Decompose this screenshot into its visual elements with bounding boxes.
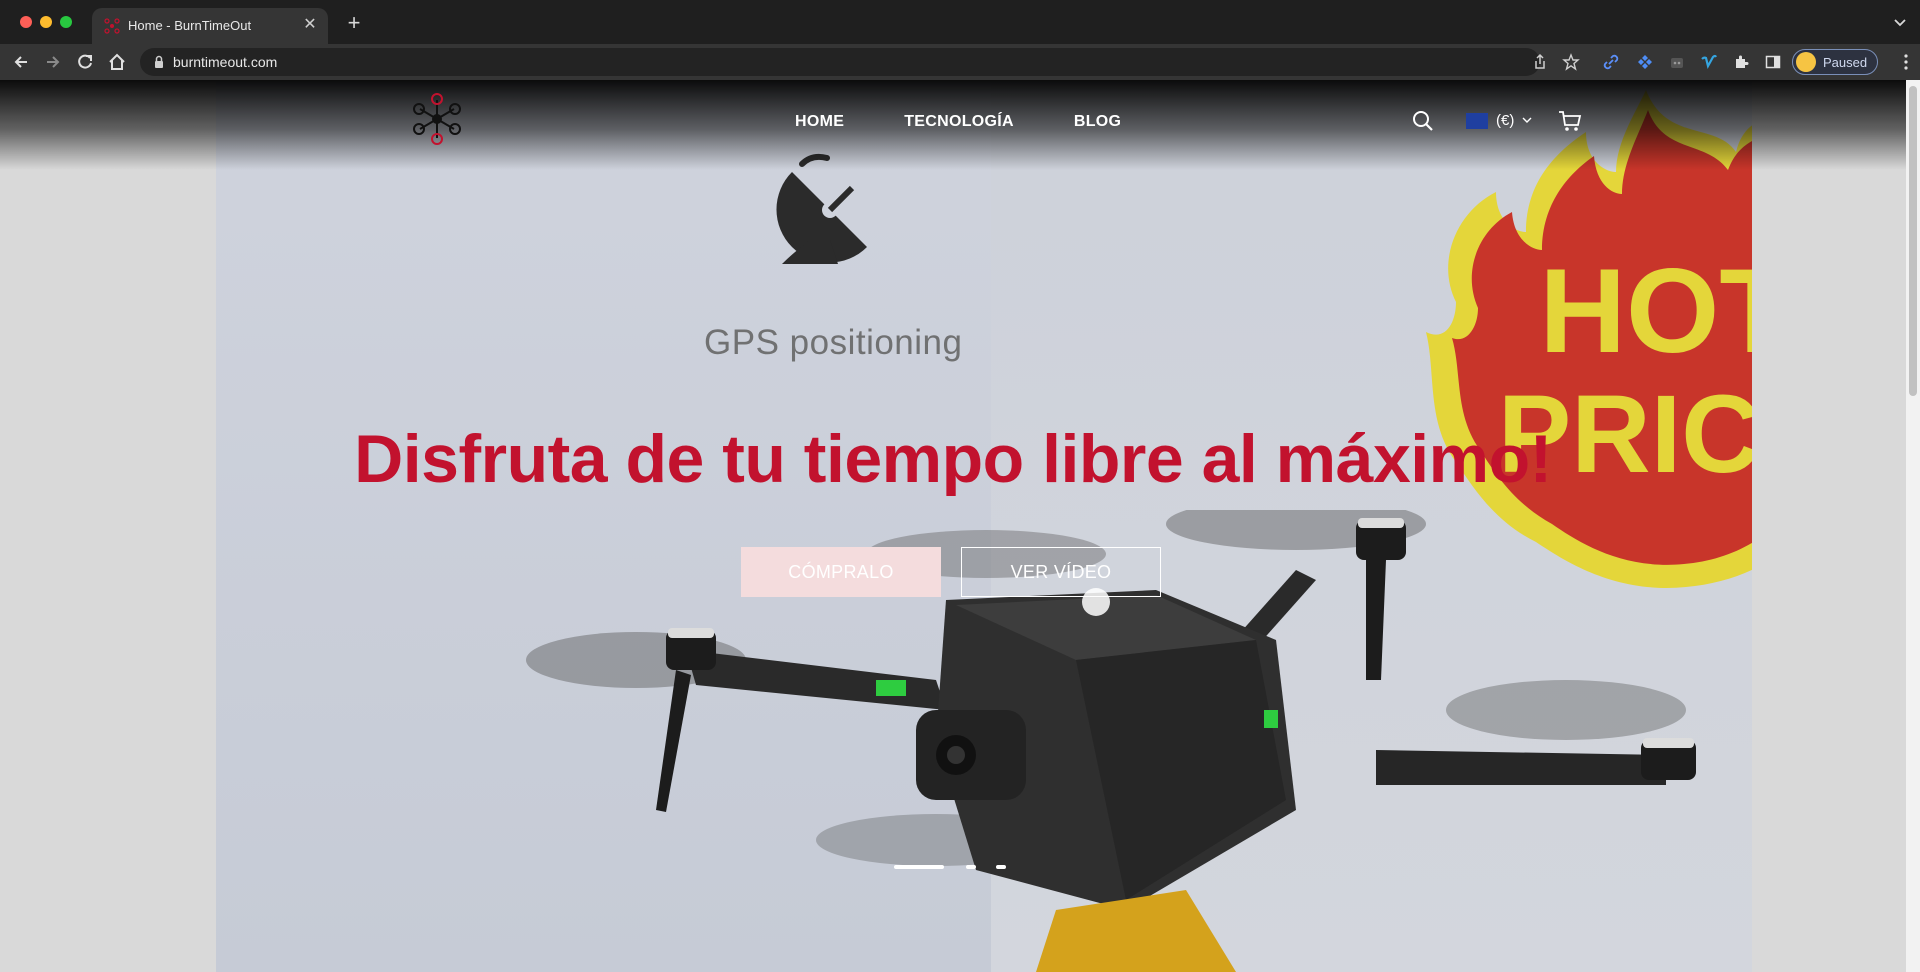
drone-logo-icon[interactable] [410,92,464,146]
nav-link-blog[interactable]: BLOG [1074,113,1121,131]
badge-hot-text: HOT [1539,244,1752,378]
slide-dot[interactable] [996,865,1006,869]
scrollbar-thumb[interactable] [1909,86,1917,396]
eu-flag-icon [1466,113,1488,129]
robot-extension-icon[interactable] [1668,53,1686,71]
window-minimize-button[interactable] [40,16,52,28]
buy-now-button[interactable]: CÓMPRALO [741,547,941,597]
window-zoom-button[interactable] [60,16,72,28]
slide-dot-active[interactable] [894,865,944,869]
satellite-dish-icon [776,153,867,264]
gps-caption-text: GPS positioning [704,323,963,362]
link-extension-icon[interactable] [1602,53,1620,71]
slider-pagination [894,865,1014,871]
currency-label: (€) [1496,112,1515,129]
profile-button[interactable]: Paused [1792,49,1878,75]
sidebar-icon[interactable] [1764,53,1782,71]
page-scrollbar[interactable] [1906,80,1920,972]
avatar [1796,52,1816,72]
forward-arrow-icon[interactable] [42,51,64,73]
hero-slider: GPS positioning HOT PRICE [216,80,1752,972]
slide-dot[interactable] [966,865,976,869]
browser-toolbar: burntimeout.com Paused [0,44,1920,80]
nav-link-home[interactable]: HOME [795,113,844,131]
more-menu-icon[interactable] [1904,53,1908,71]
search-icon[interactable] [1412,110,1434,132]
site-header: HOME TECNOLOGÍA BLOG (€) [0,80,1906,170]
window-close-button[interactable] [20,16,32,28]
address-bar[interactable]: burntimeout.com [140,48,1580,76]
watch-video-button[interactable]: VER VÍDEO [961,547,1161,597]
browser-tab-active[interactable]: Home - BurnTimeOut ✕ [92,8,328,44]
home-icon[interactable] [106,51,128,73]
cart-icon[interactable] [1558,110,1582,132]
tab-close-icon[interactable]: ✕ [300,15,320,35]
page-viewport: GPS positioning HOT PRICE HOME TECNOLOGÍ… [0,80,1906,972]
profile-status-label: Paused [1823,55,1868,70]
bookmark-star-icon[interactable] [1562,53,1580,71]
vimeo-icon[interactable] [1700,53,1718,71]
currency-selector[interactable]: (€) [1466,112,1536,132]
url-text[interactable]: burntimeout.com [173,54,277,70]
chevron-down-icon[interactable] [1892,14,1908,30]
plus-icon[interactable]: + [342,12,366,36]
puzzle-blue-extension-icon[interactable] [1636,53,1654,71]
lock-icon[interactable] [154,55,164,69]
browser-tab-strip: Home - BurnTimeOut ✕ + [0,0,1920,44]
hero-headline: Disfruta de tu tiempo libre al máximo! [354,421,1552,497]
back-arrow-icon[interactable] [10,51,32,73]
chevron-down-icon [1522,117,1532,123]
site-favicon-icon [104,18,120,34]
main-navigation: HOME TECNOLOGÍA BLOG [795,113,1121,131]
share-icon[interactable] [1531,53,1549,71]
nav-link-tecnologia[interactable]: TECNOLOGÍA [904,113,1014,131]
tab-title: Home - BurnTimeOut [128,18,252,33]
reload-icon[interactable] [74,51,96,73]
extensions-puzzle-icon[interactable] [1732,53,1750,71]
